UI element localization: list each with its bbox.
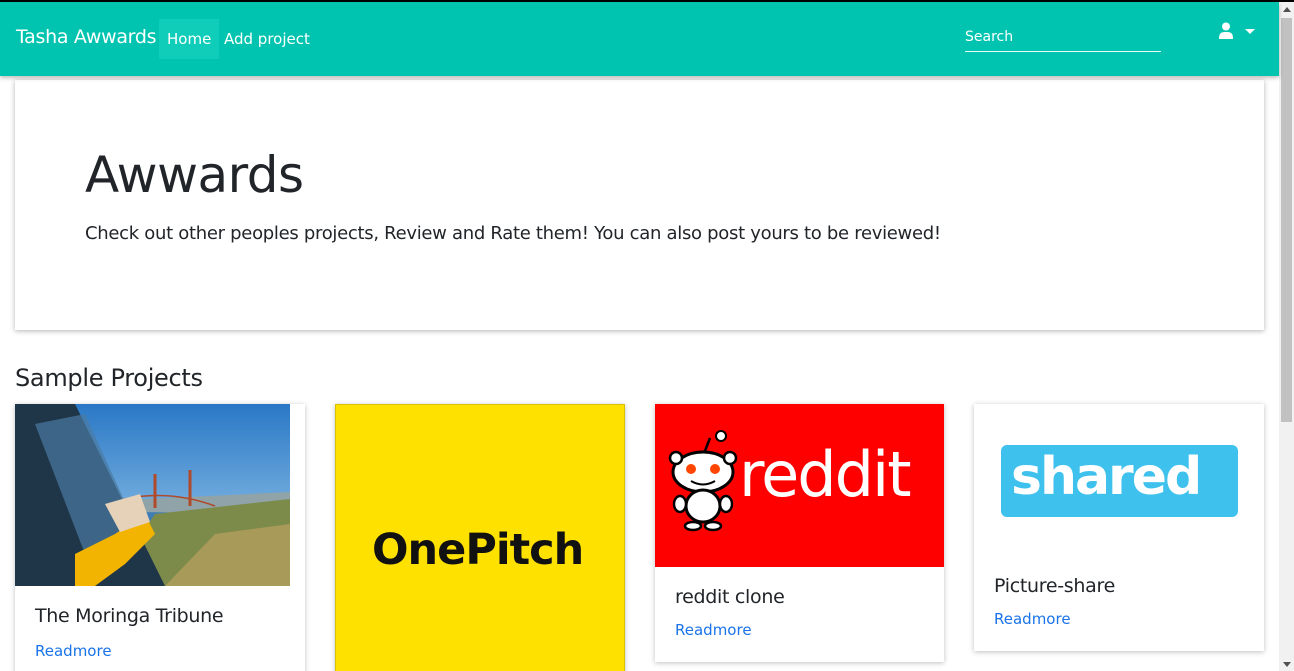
reddit-wordmark: reddit — [739, 438, 912, 511]
nav-home-link[interactable]: Home — [159, 19, 220, 59]
project-title: Picture-share — [994, 575, 1115, 597]
user-icon — [1219, 22, 1233, 39]
project-card: The Moringa Tribune Readmore — [15, 404, 305, 671]
section-title: Sample Projects — [15, 364, 203, 392]
chevron-down-icon — [1245, 29, 1255, 34]
readmore-link[interactable]: Readmore — [994, 610, 1071, 628]
hero-title: Awwards — [85, 146, 304, 204]
scrollbar-thumb[interactable] — [1281, 18, 1292, 422]
top-navbar: Tasha Awwards Home Add project — [0, 2, 1279, 76]
hero-jumbotron: Awwards Check out other peoples projects… — [15, 80, 1264, 330]
readmore-link[interactable]: Readmore — [35, 642, 112, 660]
hero-description: Check out other peoples projects, Review… — [85, 223, 941, 244]
nav-add-project-link[interactable]: Add project — [216, 19, 318, 59]
readmore-link[interactable]: Readmore — [675, 621, 752, 639]
onepitch-logo: OnePitch — [372, 525, 584, 575]
project-card: OnePitch — [335, 404, 625, 671]
project-title: The Moringa Tribune — [35, 605, 224, 627]
project-image[interactable]: reddit — [655, 404, 944, 567]
project-card: shared Picture-share Readmore — [974, 404, 1264, 651]
reddit-alien-icon — [668, 430, 738, 532]
project-title: reddit clone — [675, 586, 785, 608]
project-image[interactable] — [15, 404, 290, 586]
shared-logo: shared — [1011, 447, 1202, 507]
user-dropdown-toggle[interactable] — [1218, 22, 1258, 44]
scroll-down-arrow-icon[interactable] — [1283, 662, 1291, 667]
project-card: reddit reddit clone Readmore — [655, 404, 944, 662]
search-input[interactable] — [965, 22, 1161, 52]
scroll-up-arrow-icon[interactable] — [1283, 7, 1291, 12]
project-image[interactable]: OnePitch — [336, 405, 624, 671]
brand-logo[interactable]: Tasha Awwards — [16, 26, 157, 48]
page-scrollbar[interactable] — [1279, 2, 1294, 671]
project-image[interactable]: shared — [1001, 445, 1238, 517]
